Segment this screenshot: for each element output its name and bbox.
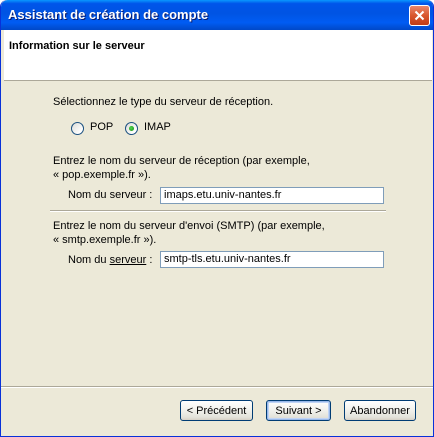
incoming-description-line1: Entrez le nom du serveur de réception (p…	[53, 155, 310, 167]
outgoing-description-line1: Entrez le nom du serveur d'envoi (SMTP) …	[53, 220, 325, 232]
close-button[interactable]	[409, 5, 430, 26]
incoming-description-line2: « pop.exemple.fr »).	[53, 169, 151, 181]
outgoing-label-start: Nom du	[68, 254, 110, 266]
outgoing-label-end: :	[146, 254, 153, 266]
title-bar[interactable]: Assistant de création de compte	[1, 0, 433, 30]
radio-pop[interactable]	[71, 122, 84, 135]
account-wizard-window: Assistant de création de compte Informat…	[0, 0, 434, 437]
next-button[interactable]: Suivant >	[266, 400, 331, 421]
section-divider	[50, 210, 386, 212]
incoming-server-input[interactable]: imaps.etu.univ-nantes.fr	[160, 187, 384, 204]
radio-imap[interactable]	[125, 122, 138, 135]
close-icon	[414, 10, 425, 21]
server-type-prompt: Sélectionnez le type du serveur de récep…	[53, 96, 274, 108]
back-button[interactable]: < Précédent	[180, 400, 253, 421]
radio-selected-dot	[129, 126, 134, 131]
cancel-button[interactable]: Abandonner	[344, 400, 416, 421]
incoming-server-label: Nom du serveur :	[68, 189, 153, 201]
page-title: Information sur le serveur	[9, 40, 145, 52]
radio-pop-label[interactable]: POP	[90, 121, 113, 133]
radio-imap-label[interactable]: IMAP	[144, 121, 171, 133]
outgoing-label-accesskey: serveur	[109, 254, 147, 266]
outgoing-server-input[interactable]: smtp-tls.etu.univ-nantes.fr	[160, 251, 384, 268]
window-title: Assistant de création de compte	[8, 7, 209, 22]
wizard-header: Information sur le serveur	[4, 30, 432, 81]
outgoing-description-line2: « smtp.exemple.fr »).	[53, 234, 157, 246]
footer-divider	[1, 386, 433, 388]
outgoing-server-label: Nom du serveur :	[68, 254, 152, 266]
